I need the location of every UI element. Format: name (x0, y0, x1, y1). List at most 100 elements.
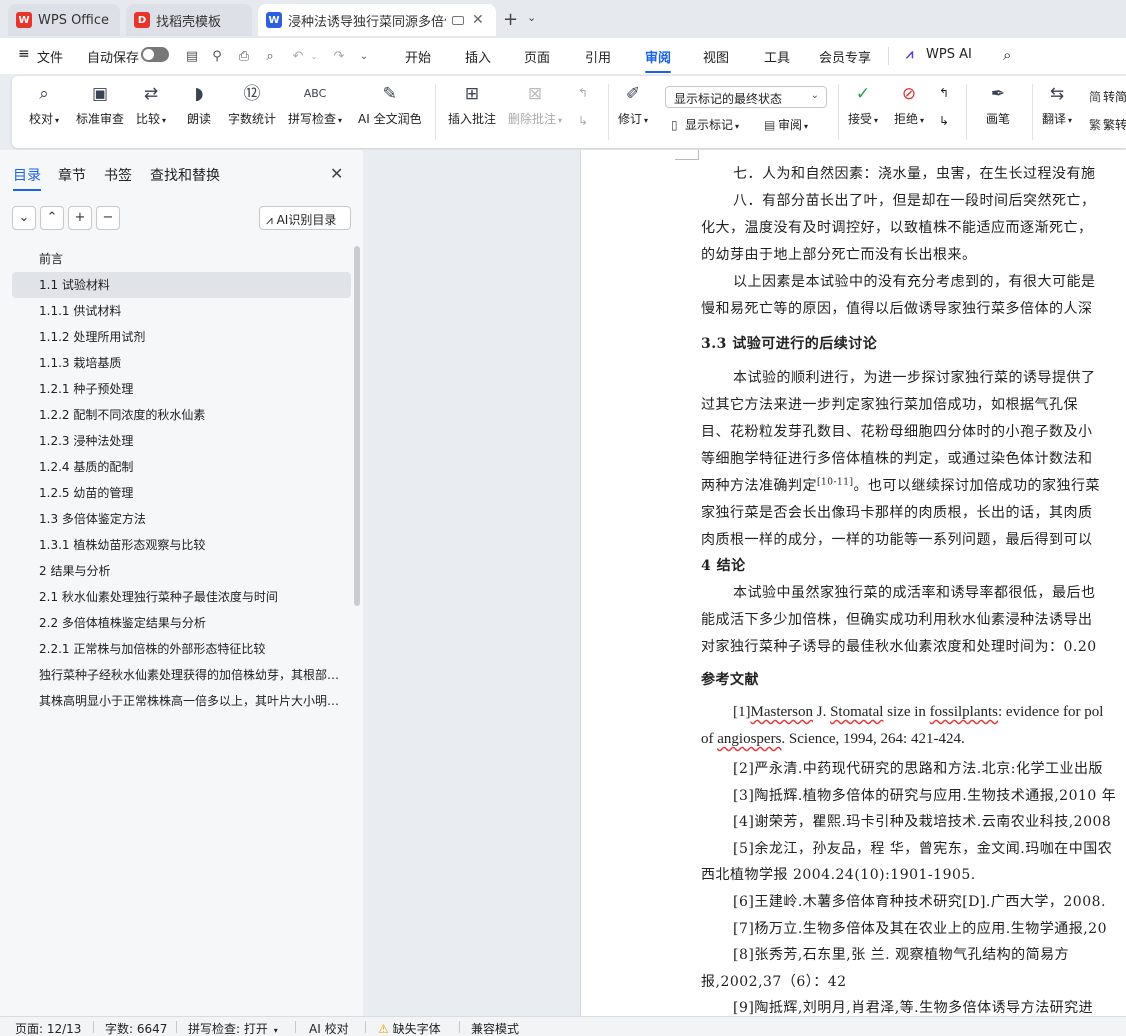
toc-item[interactable]: 1.1.2 处理所用试剂 (12, 324, 351, 350)
proofread-button[interactable]: ⌕ 校对 ▾ (29, 82, 59, 127)
new-tab-icon[interactable]: + (503, 9, 518, 30)
word-count-button[interactable]: ⑫ 字数统计 (228, 82, 276, 127)
print-preview-icon[interactable]: ⌕ (262, 49, 278, 64)
show-markup-button[interactable]: ▯ 显示标记 ▾ (671, 116, 739, 133)
word-count-indicator[interactable]: 字数: 6647 (105, 1020, 167, 1036)
ai-check-status[interactable]: AI 校对 (309, 1020, 349, 1036)
expand-down-button[interactable]: ⌄ (12, 206, 36, 230)
missing-font-status[interactable]: ⚠ 缺失字体 (378, 1020, 441, 1036)
monitor-icon[interactable] (452, 15, 464, 25)
doc-line: [3]陶抵辉.植物多倍体的研究与应用.生物技术通报,2010 年 (733, 788, 1117, 804)
autosave-label: 自动保存 (87, 51, 140, 66)
doc-line: 肉质根一样的成分，一样的功能等一系列问题，最后得到可以 (701, 532, 1093, 548)
scrollbar[interactable] (354, 246, 360, 606)
menu-review[interactable]: 审阅 (645, 47, 672, 73)
next-change-icon[interactable]: ↳ (939, 114, 949, 128)
toc-item[interactable]: 2 结果与分析 (12, 558, 351, 584)
chevron-down-icon[interactable]: ⌄ (527, 11, 536, 24)
toc-item[interactable]: 1.1 试验材料 (12, 272, 351, 298)
reject-icon: ⊘ (901, 84, 917, 104)
markup-icon: ▯ (671, 118, 678, 132)
toc-item[interactable]: 1.3.1 植株幼苗形态观察与比较 (12, 532, 351, 558)
toc-item[interactable]: 1.2.5 幼苗的管理 (12, 480, 351, 506)
tab-current-document[interactable]: W 浸种法诱导独行菜同源多倍体 ✕ (258, 4, 496, 36)
toc-item[interactable]: 1.2.3 浸种法处理 (12, 428, 351, 454)
to-simplified-button[interactable]: 简转简 (1089, 88, 1126, 105)
toc-item[interactable]: 1.2.2 配制不同浓度的秋水仙素 (12, 402, 351, 428)
tab-toc[interactable]: 目录 (13, 165, 41, 191)
collapse-up-button[interactable]: ⌃ (40, 206, 64, 230)
page-indicator[interactable]: 页面: 12/13 (15, 1020, 81, 1036)
menu-start[interactable]: 开始 (405, 47, 431, 66)
menu-insert[interactable]: 插入 (465, 47, 491, 66)
accept-icon: ✓ (855, 84, 871, 104)
tab-docer-templates[interactable]: D 找稻壳模板 (126, 4, 252, 36)
menu-member[interactable]: 会员专享 (819, 47, 871, 66)
toc-item[interactable]: 1.2.1 种子预处理 (12, 376, 351, 402)
print-icon[interactable]: ⎙ (236, 49, 252, 64)
autosave-toggle[interactable] (141, 47, 169, 62)
toc-item[interactable]: 1.1.1 供试材料 (12, 298, 351, 324)
toc-item[interactable]: 2.1 秋水仙素处理独行菜种子最佳浓度与时间 (12, 584, 351, 610)
search-icon[interactable]: ⌕ (1003, 46, 1011, 64)
tab-find-replace[interactable]: 查找和替换 (150, 165, 220, 185)
ai-toc-button[interactable]: ⩘ AI识别目录 (259, 206, 351, 230)
remove-heading-button[interactable]: − (96, 206, 120, 230)
redo-icon[interactable]: ↷ (331, 49, 347, 64)
ink-button[interactable]: ✒ 画笔 (986, 82, 1010, 127)
standard-review-button[interactable]: ▣ 标准审查 (76, 82, 124, 127)
accept-button[interactable]: ✓ 接受 ▾ (848, 82, 878, 127)
toc-item[interactable]: 2.2.1 正常株与加倍株的外部形态特征比较 (12, 636, 351, 662)
toc-item[interactable]: 1.2.4 基质的配制 (12, 454, 351, 480)
menu-reference[interactable]: 引用 (585, 47, 611, 66)
ai-polish-button[interactable]: ✎ AI 全文润色 (358, 82, 422, 127)
prev-comment-icon[interactable]: ↰ (578, 86, 588, 100)
tab-bookmarks[interactable]: 书签 (104, 165, 132, 185)
menu-file[interactable]: 文件 (37, 47, 63, 66)
read-aloud-button[interactable]: ◗ 朗读 (187, 82, 211, 127)
tab-wps-office[interactable]: W WPS Office (8, 4, 120, 36)
review-pane-button[interactable]: ▤ 审阅 ▾ (764, 116, 808, 133)
menu-tools[interactable]: 工具 (764, 47, 790, 66)
document-page[interactable]: 七．人为和自然因素：浇水量，虫害，在生长过程没有施 八．有部分苗长出了叶，但是却… (580, 150, 1126, 1016)
add-heading-button[interactable]: + (68, 206, 92, 230)
spell-check-status[interactable]: 拼写检查: 打开 ▾ (188, 1020, 278, 1036)
toc-item[interactable]: 1.3 多倍体鉴定方法 (12, 506, 351, 532)
toc-item[interactable]: 其株高明显小于正常株株高一倍多以上，其叶片大小明显增大 (12, 688, 351, 714)
reject-button[interactable]: ⊘ 拒绝 ▾ (894, 82, 924, 127)
link-icon[interactable]: ⚲ (209, 49, 225, 64)
insert-comment-button[interactable]: ⊞ 插入批注 (448, 82, 496, 127)
save-icon[interactable]: ▤ (184, 49, 200, 64)
doc-line: [7]杨万立.生物多倍体及其在农业上的应用.生物学通报,20 (733, 921, 1107, 937)
tab-sections[interactable]: 章节 (58, 165, 86, 185)
prev-change-icon[interactable]: ↰ (939, 86, 949, 100)
undo-icon[interactable]: ↶ (290, 49, 306, 64)
doc-line: 报,2002,37（6）：42 (701, 974, 847, 990)
tab-label: 浸种法诱导独行菜同源多倍体 (288, 14, 446, 30)
toc-item[interactable]: 前言 (12, 246, 351, 272)
close-icon[interactable]: ✕ (330, 164, 343, 183)
review-pane-icon: ▤ (764, 118, 776, 132)
spell-check-button[interactable]: ABC 拼写检查 ▾ (288, 82, 342, 127)
doc-line: [2]严永清.中药现代研究的思路和方法.北京:化学工业出版 (733, 761, 1103, 777)
compare-button[interactable]: ⇄ 比较 ▾ (136, 82, 166, 127)
toc-item[interactable]: 独行菜种子经秋水仙素处理获得的加倍株幼芽，其根部膨大 (12, 662, 351, 688)
doc-line: [1]Masterson J. Stomatal size in fossilp… (733, 704, 1104, 720)
close-icon[interactable]: ✕ (472, 12, 484, 28)
delete-comment-icon: ⊠ (527, 84, 543, 104)
wps-ai-icon: ⩘ (906, 47, 914, 62)
menu-page[interactable]: 页面 (524, 47, 550, 66)
toc-item[interactable]: 2.2 多倍体植株鉴定结果与分析 (12, 610, 351, 636)
to-traditional-button[interactable]: 繁繁转 (1089, 116, 1126, 133)
next-comment-icon[interactable]: ↳ (578, 114, 588, 128)
revise-button[interactable]: ✐ 修订 ▾ (618, 82, 648, 127)
menu-wps-ai[interactable]: WPS AI (926, 47, 972, 62)
markup-mode-select[interactable]: 显示标记的最终状态 ⌄ (665, 86, 827, 108)
toc-item[interactable]: 1.1.3 栽培基质 (12, 350, 351, 376)
chevron-down-icon[interactable]: ⌄ (306, 49, 322, 64)
translate-button[interactable]: ⇆ 翻译 ▾ (1042, 82, 1072, 127)
menu-view[interactable]: 视图 (703, 47, 729, 66)
hamburger-icon[interactable]: ≡ (18, 46, 30, 62)
delete-comment-button[interactable]: ⊠ 删除批注 ▾ (508, 82, 562, 127)
chevron-down-icon[interactable]: ⌄ (356, 49, 372, 64)
